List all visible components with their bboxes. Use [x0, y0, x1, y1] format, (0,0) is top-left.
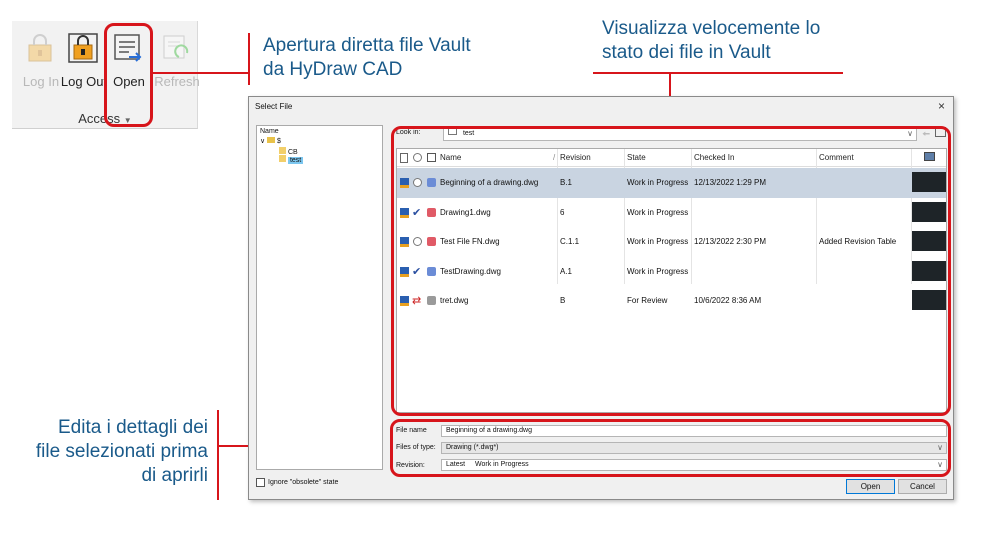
folder-icon: [279, 147, 286, 154]
fields-callout-bar: [217, 410, 219, 500]
fields-callout-line-1: Edita i dettagli dei: [58, 417, 208, 438]
refresh-icon: [163, 35, 189, 59]
cancel-button[interactable]: Cancel: [898, 479, 947, 494]
refresh-button[interactable]: Refresh: [152, 27, 202, 99]
lock-icon: [68, 33, 98, 63]
tree-item-test[interactable]: test: [279, 155, 304, 164]
fields-callout-line-2: file selezionati prima: [35, 441, 208, 462]
vault-icon: [267, 137, 276, 143]
ignore-obsolete-label: Ignore "obsolete" state: [268, 479, 339, 486]
grid-callout-line-1: Visualizza velocemente lo: [602, 18, 821, 39]
grid-callout-bar: [593, 72, 843, 74]
fields-callout: Edita i dettagli dei file selezionati pr…: [14, 416, 208, 488]
open-dialog-button[interactable]: Open: [846, 479, 895, 494]
fields-callout-line-3: di aprirli: [141, 465, 208, 486]
tree-root[interactable]: ∨ $: [260, 137, 281, 145]
refresh-label: Refresh: [154, 74, 200, 89]
folder-tree[interactable]: Name ∨ $ CB test: [256, 125, 383, 470]
open-highlight-box: [104, 23, 153, 127]
lock-icon: [28, 34, 52, 62]
tree-header: Name: [260, 128, 279, 135]
tree-root-label: $: [277, 138, 281, 145]
grid-highlight-box: [391, 126, 951, 416]
open-callout-line-2: da HyDraw CAD: [263, 59, 403, 80]
open-callout-bar: [248, 33, 250, 85]
open-connector-line: [153, 72, 249, 74]
grid-callout-line-2: stato dei file in Vault: [602, 42, 771, 63]
close-icon[interactable]: ×: [938, 99, 945, 113]
grid-callout: Visualizza velocemente lo stato dei file…: [602, 17, 820, 65]
chevron-down-icon[interactable]: ∨: [260, 138, 265, 145]
fields-highlight-box: [390, 419, 951, 477]
folder-icon: [279, 155, 286, 162]
ignore-obsolete-checkbox[interactable]: [256, 478, 265, 487]
open-callout: Apertura diretta file Vault da HyDraw CA…: [263, 34, 471, 82]
tree-item-label: test: [287, 157, 304, 164]
dialog-title: Select File: [255, 102, 293, 111]
open-callout-line-1: Apertura diretta file Vault: [263, 35, 471, 56]
